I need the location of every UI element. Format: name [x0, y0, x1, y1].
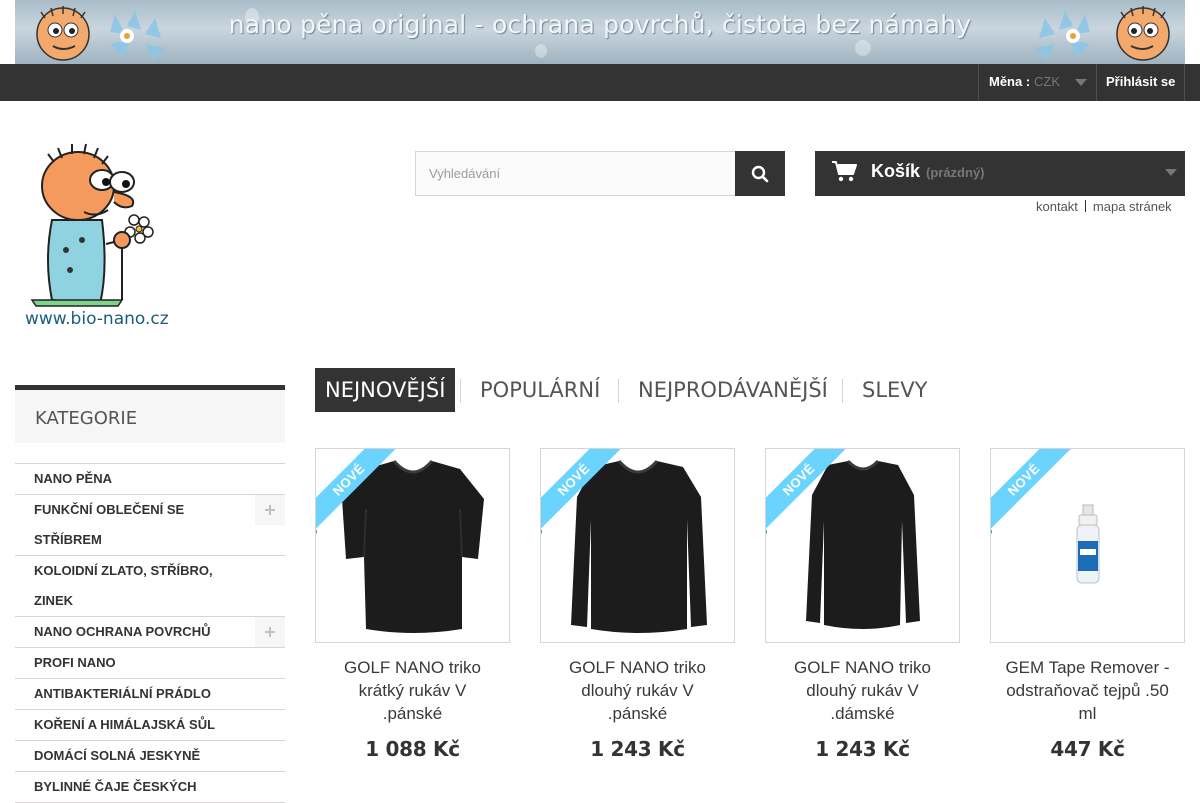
category-item-nano-pena[interactable]: NANO PĚNA [15, 464, 285, 495]
category-label: KOLOIDNÍ ZLATO, STŘÍBRO, ZINEK [34, 563, 213, 608]
tab-separator [618, 379, 619, 403]
login-label: Přihlásit se [1106, 74, 1176, 89]
product-card[interactable]: NOVÉ GEM Tape Remover - odstraňovač tejp… [990, 448, 1185, 761]
site-logo[interactable] [22, 140, 182, 332]
search-icon [751, 165, 769, 183]
category-label: BYLINNÉ ČAJE ČESKÝCH [34, 779, 197, 794]
product-card[interactable]: NOVÉ GOLF NANO triko krátký rukáv V .pán… [315, 448, 510, 761]
product-card[interactable]: NOVÉ GOLF NANO triko dlouhý rukáv V .dám… [765, 448, 960, 761]
product-card[interactable]: NOVÉ GOLF NANO triko dlouhý rukáv V .pán… [540, 448, 735, 761]
chevron-down-icon [1165, 169, 1177, 176]
link-separator [1084, 200, 1086, 212]
tab-separator [460, 379, 461, 403]
category-label: FUNKČNÍ OBLEČENÍ SE STŘÍBREM [34, 502, 185, 547]
top-nav-bar: Měna : CZK Přihlásit se [0, 64, 1200, 101]
product-price: 1 088 Kč [365, 737, 460, 761]
category-item-koreni[interactable]: KOŘENÍ A HIMÁLAJSKÁ SŮL [15, 710, 285, 741]
product-image[interactable]: NOVÉ [765, 448, 960, 643]
product-image[interactable]: NOVÉ [540, 448, 735, 643]
expand-plus-icon[interactable] [255, 617, 285, 647]
categories-header: KATEGORIE [15, 385, 285, 443]
new-badge: NOVÉ [991, 449, 1076, 534]
banner-text: nano pěna original - ochrana povrchů, či… [228, 10, 972, 39]
category-label: ANTIBAKTERIÁLNÍ PRÁDLO [34, 686, 211, 701]
contact-link[interactable]: kontakt [1036, 199, 1078, 214]
sitemap-link[interactable]: mapa stránek [1093, 199, 1172, 214]
currency-label: Měna : [989, 74, 1031, 89]
product-name[interactable]: GOLF NANO triko dlouhý rukáv V .pánské [540, 656, 735, 725]
search-input[interactable] [415, 151, 736, 196]
expand-plus-icon[interactable] [255, 495, 285, 525]
product-image[interactable]: NOVÉ [990, 448, 1185, 643]
category-item-bylinne-caje[interactable]: BYLINNÉ ČAJE ČESKÝCH [15, 772, 285, 803]
categories-title: KATEGORIE [35, 408, 138, 429]
new-badge-label: NOVÉ [766, 449, 850, 531]
product-price: 1 243 Kč [815, 737, 910, 761]
cart-icon [832, 161, 857, 182]
category-label: PROFI NANO [34, 655, 116, 670]
header-links: kontakt mapa stránek [1036, 199, 1172, 214]
new-badge: NOVÉ [316, 449, 401, 534]
category-label: NANO OCHRANA POVRCHŮ [34, 624, 211, 639]
logo-url-text: www.bio-nano.cz [25, 309, 169, 329]
category-label: DOMÁCÍ SOLNÁ JESKYNĚ [34, 748, 201, 763]
new-badge: NOVÉ [541, 449, 626, 534]
tab-popularni[interactable]: POPULÁRNÍ [480, 368, 600, 412]
category-item-koloidni-zlato[interactable]: KOLOIDNÍ ZLATO, STŘÍBRO, ZINEK [15, 556, 285, 617]
banner-mascot-right [1035, 6, 1170, 61]
cart-title: Košík [871, 161, 921, 181]
cart-status: (prázdný) [926, 165, 985, 180]
category-item-solna-jeskyne[interactable]: DOMÁCÍ SOLNÁ JESKYNĚ [15, 741, 285, 772]
product-price: 1 243 Kč [590, 737, 685, 761]
tab-separator [842, 379, 843, 403]
logo-mascot-icon [30, 143, 154, 307]
banner-drop [855, 40, 871, 56]
category-item-funkcni-obleceni[interactable]: FUNKČNÍ OBLEČENÍ SE STŘÍBREM [15, 495, 285, 556]
product-image[interactable]: NOVÉ [315, 448, 510, 643]
category-list: NANO PĚNA FUNKČNÍ OBLEČENÍ SE STŘÍBREM K… [15, 463, 285, 803]
product-name[interactable]: GOLF NANO triko dlouhý rukáv V .dámské [765, 656, 960, 725]
tab-nejnovejsi[interactable]: NEJNOVĚJŠÍ [315, 368, 456, 412]
new-badge-label: NOVÉ [991, 449, 1075, 531]
cart-button[interactable]: Košík (prázdný) [815, 151, 1185, 196]
category-item-nano-ochrana[interactable]: NANO OCHRANA POVRCHŮ [15, 617, 285, 648]
banner-drop [535, 44, 547, 58]
category-item-antibakterialni-pradlo[interactable]: ANTIBAKTERIÁLNÍ PRÁDLO [15, 679, 285, 710]
category-label: KOŘENÍ A HIMÁLAJSKÁ SŮL [34, 717, 216, 732]
search-button[interactable] [735, 151, 785, 196]
login-button[interactable]: Přihlásit se [1096, 64, 1185, 101]
chevron-down-icon [1075, 79, 1087, 86]
top-banner[interactable]: nano pěna original - ochrana povrchů, či… [15, 0, 1185, 64]
category-item-profi-nano[interactable]: PROFI NANO [15, 648, 285, 679]
tab-slevy[interactable]: SLEVY [862, 368, 928, 412]
banner-mascot-left [36, 6, 165, 61]
currency-selector[interactable]: Měna : CZK [978, 64, 1097, 101]
category-label: NANO PĚNA [34, 471, 113, 486]
currency-value: CZK [1034, 74, 1060, 89]
new-badge-label: NOVÉ [316, 449, 400, 531]
product-name[interactable]: GEM Tape Remover - odstraňovač tejpů .50… [990, 656, 1185, 725]
new-badge: NOVÉ [766, 449, 851, 534]
product-name[interactable]: GOLF NANO triko krátký rukáv V .pánské [315, 656, 510, 725]
tab-nejprodavanejsi[interactable]: NEJPRODÁVANĚJŠÍ [638, 368, 828, 412]
product-price: 447 Kč [1050, 737, 1125, 761]
new-badge-label: NOVÉ [541, 449, 625, 531]
